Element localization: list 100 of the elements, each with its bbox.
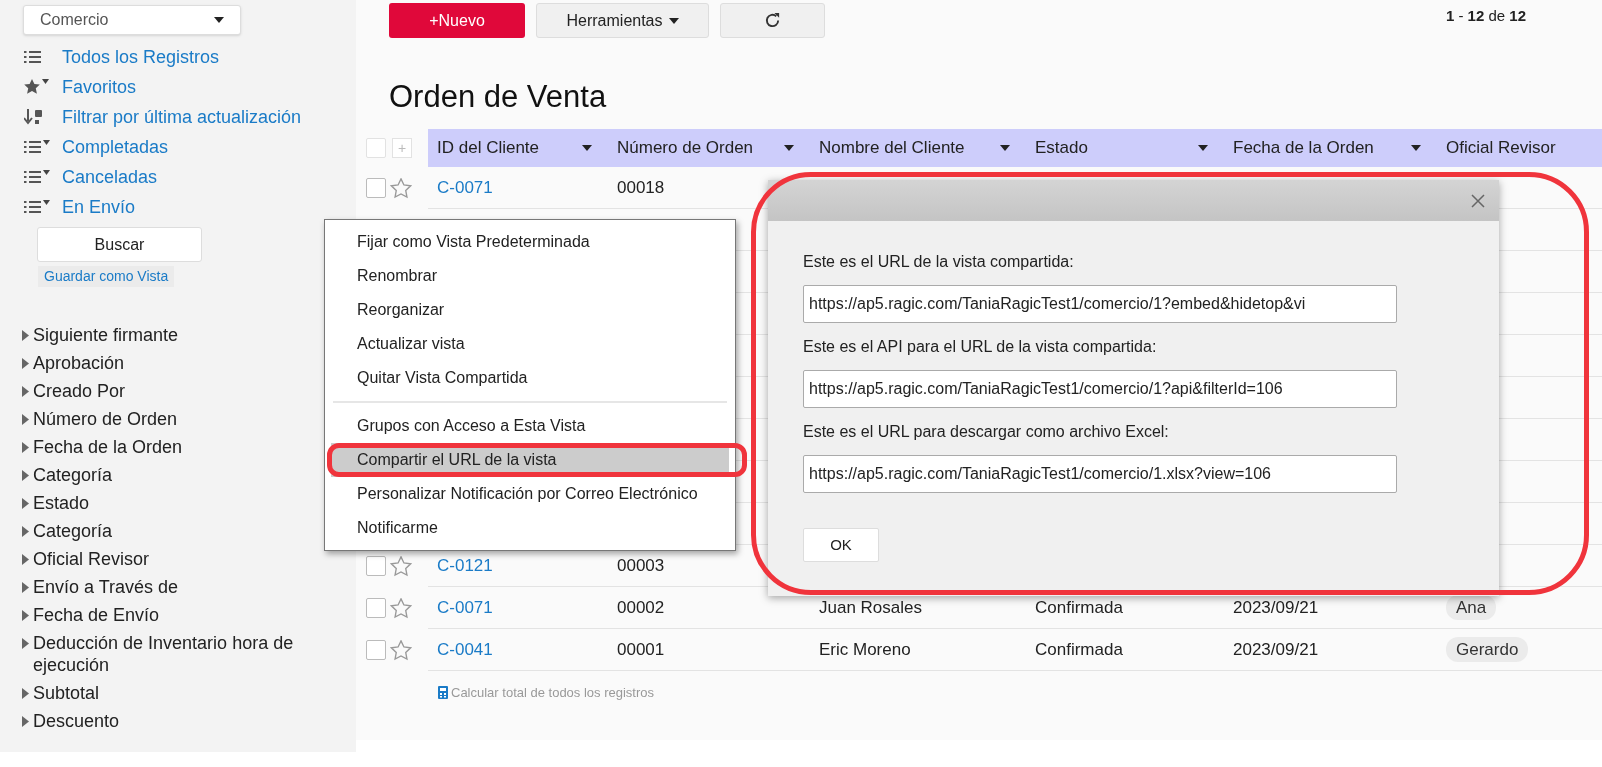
search-button[interactable]: Buscar [37, 227, 202, 262]
field-label: Este es el URL de la vista compartida: [803, 252, 1075, 272]
caret-icon [668, 17, 679, 24]
field-label[interactable]: Fecha de Envío [33, 604, 160, 626]
menu-item[interactable]: Quitar Vista Compartida [331, 361, 729, 395]
expand-triangle-icon [22, 358, 29, 369]
view-link[interactable]: Completadas [62, 133, 169, 161]
save-view-link[interactable]: Guardar como Vista [38, 266, 175, 287]
view-link[interactable]: Canceladas [62, 163, 158, 191]
star-icon[interactable] [390, 639, 412, 661]
row-checkbox[interactable] [366, 178, 386, 198]
column-header[interactable]: Nombre del Cliente [819, 135, 965, 161]
expand-triangle-icon [22, 554, 29, 565]
menu-item[interactable]: Reorganizar [331, 293, 729, 327]
list-filter-icon [24, 170, 50, 184]
customer-id-link[interactable]: C-0071 [437, 177, 493, 197]
field-label[interactable]: Creado Por [33, 380, 126, 402]
customer-id-link[interactable]: C-0041 [437, 639, 493, 659]
field-label[interactable]: Deducción de Inventario hora de ejecución [33, 632, 348, 676]
row-checkbox[interactable] [366, 598, 386, 618]
field-label[interactable]: Número de Orden [33, 408, 178, 430]
list-filter-icon [24, 140, 50, 154]
column-header[interactable]: Estado [1035, 135, 1088, 161]
column-header[interactable]: Fecha de la Orden [1233, 135, 1374, 161]
refresh-button[interactable] [720, 3, 825, 38]
customer-id-link[interactable]: C-0121 [437, 555, 493, 575]
expand-triangle-icon [22, 470, 29, 481]
new-button[interactable]: +Nuevo [389, 3, 525, 38]
customer-id-link[interactable]: C-0071 [437, 597, 493, 617]
field-label[interactable]: Categoría [33, 464, 113, 486]
column-header[interactable]: ID del Cliente [437, 135, 540, 161]
expand-triangle-icon [22, 526, 29, 537]
expand-triangle-icon [22, 414, 29, 425]
select-all-checkbox[interactable] [366, 138, 386, 158]
row-checkbox[interactable] [366, 556, 386, 576]
expand-triangle-icon [22, 442, 29, 453]
sort-caret-icon [784, 145, 794, 151]
expand-triangle-icon [22, 716, 29, 727]
view-link[interactable]: Todos los Registros [62, 43, 220, 71]
table-cell: Confirmada [1035, 639, 1123, 659]
menu-item[interactable]: Personalizar Notificación por Correo Electrónico [331, 477, 729, 511]
url-field[interactable]: https://ap5.ragic.com/TaniaRagicTest1/comercio/1?api&filterId=106 [803, 370, 1397, 408]
list-filter-icon [24, 200, 50, 214]
tools-button[interactable]: Herramientas [536, 3, 709, 38]
table-cell: 2023/09/21 [1233, 597, 1319, 617]
field-label[interactable]: Categoría [33, 520, 113, 542]
row-checkbox[interactable] [366, 640, 386, 660]
view-link[interactable]: Favoritos [62, 73, 137, 101]
field-label[interactable]: Estado [33, 492, 90, 514]
table-cell: 00001 [617, 639, 665, 659]
field-label[interactable]: Descuento [33, 710, 120, 732]
url-field[interactable]: https://ap5.ragic.com/TaniaRagicTest1/comercio/1?embed&hidetop&vi [803, 285, 1397, 323]
expand-triangle-icon [22, 330, 29, 341]
menu-item[interactable]: Renombrar [331, 259, 729, 293]
table-cell: Confirmada [1035, 597, 1123, 617]
refresh-icon [764, 12, 781, 29]
sort-caret-icon [1198, 145, 1208, 151]
field-label[interactable]: Subtotal [33, 682, 100, 704]
view-link[interactable]: Filtrar por última actualización [62, 103, 302, 131]
expand-triangle-icon [22, 688, 29, 699]
reviewer-tag: Ana [1446, 594, 1497, 620]
menu-item[interactable]: Notificarme [331, 511, 729, 545]
column-header[interactable]: Oficial Revisor [1446, 135, 1556, 161]
table-cell: Eric Moreno [819, 639, 911, 659]
menu-item[interactable]: Grupos con Acceso a Esta Vista [331, 409, 729, 443]
sort-icon [24, 109, 44, 125]
field-label[interactable]: Aprobación [33, 352, 125, 374]
field-label[interactable]: Oficial Revisor [33, 548, 150, 570]
star-icon[interactable] [390, 177, 412, 199]
sort-caret-icon [1411, 145, 1421, 151]
star-filter-icon [24, 79, 50, 95]
table-cell: 00003 [617, 555, 665, 575]
table-cell: 2023/09/21 [1233, 639, 1319, 659]
expand-triangle-icon [22, 386, 29, 397]
url-field[interactable]: https://ap5.ragic.com/TaniaRagicTest1/comercio/1.xlsx?view=106 [803, 455, 1397, 493]
ok-button[interactable]: OK [803, 528, 879, 562]
column-header[interactable]: Número de Orden [617, 135, 754, 161]
table-cell: 00002 [617, 597, 665, 617]
star-icon[interactable] [390, 555, 412, 577]
table-cell: 00018 [617, 177, 665, 197]
sort-caret-icon [1000, 145, 1010, 151]
sort-caret-icon [582, 145, 592, 151]
menu-item[interactable]: Actualizar vista [331, 327, 729, 361]
field-label[interactable]: Fecha de la Orden [33, 436, 183, 458]
pagination-text: 1 - 12 de 12 [1445, 6, 1526, 27]
sheet-select[interactable]: Comercio [23, 5, 241, 35]
field-label[interactable]: Envío a Través de [33, 576, 179, 598]
field-label[interactable]: Siguiente firmante [33, 324, 179, 346]
table-cell: Juan Rosales [819, 597, 922, 617]
close-icon [1471, 193, 1485, 208]
field-label: Este es el API para el URL de la vista compartida: [803, 337, 1158, 357]
reviewer-tag: Gerardo [1446, 636, 1529, 662]
caret-icon [214, 17, 224, 23]
menu-item[interactable]: Fijar como Vista Predeterminada [331, 225, 729, 259]
expand-triangle-icon [22, 610, 29, 621]
expand-triangle-icon [22, 498, 29, 509]
star-icon[interactable] [390, 597, 412, 619]
calculator-icon [438, 686, 448, 700]
view-link[interactable]: En Envío [62, 193, 136, 221]
expand-triangle-icon [22, 582, 29, 593]
